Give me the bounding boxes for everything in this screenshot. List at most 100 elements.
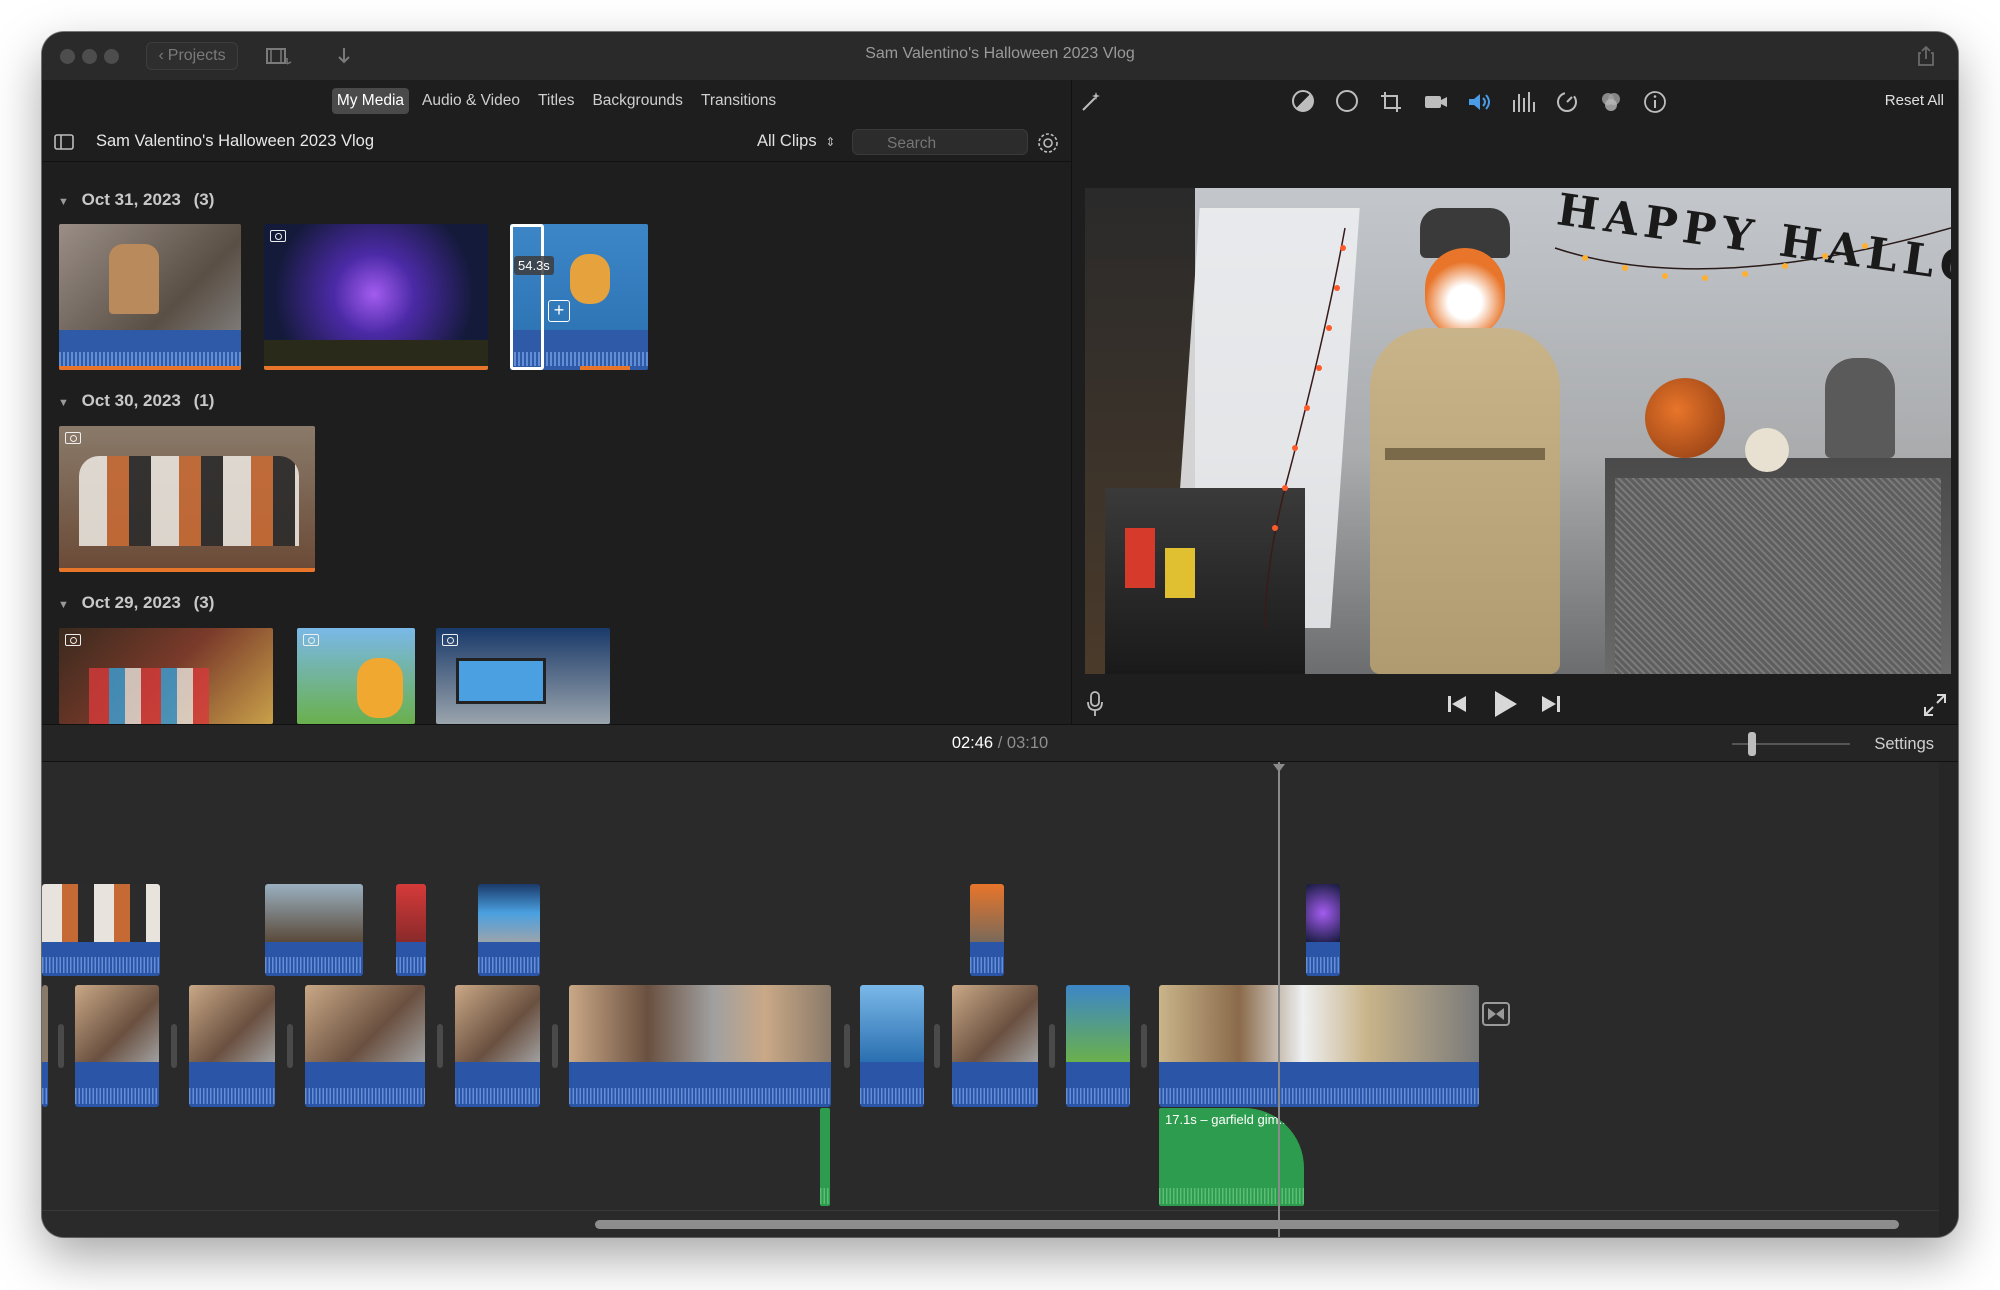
media-photo-thumbnail[interactable] [59,426,315,572]
overlay-clip[interactable] [265,884,363,976]
timeline-clip[interactable] [1159,985,1479,1107]
overlay-clip[interactable] [1306,884,1340,976]
volume-icon[interactable] [1467,90,1493,114]
overlay-clip[interactable] [478,884,540,976]
date-group-header[interactable]: ▼ Oct 31, 2023 (3) [58,190,214,210]
reset-all-button[interactable]: Reset All [1885,92,1944,109]
clip-filter-value: All Clips [757,132,817,150]
skip-back-icon[interactable] [1446,693,1468,715]
color-balance-icon[interactable] [1292,90,1314,112]
transition-marker[interactable] [58,1024,64,1068]
date-group-header[interactable]: ▼ Oct 30, 2023 (1) [58,391,214,411]
library-title: Sam Valentino's Halloween 2023 Vlog [96,132,375,150]
track-divider [42,1210,1939,1211]
video-preview: HAPPY HALLOW [1085,188,1951,674]
media-browser: My Media Audio & Video Titles Background… [42,80,1072,724]
timeline-vertical-scrollbar[interactable] [1939,762,1958,1237]
zoom-slider-knob[interactable] [1748,732,1756,756]
crop-icon[interactable] [1379,90,1403,114]
transition-marker[interactable] [1049,1024,1055,1068]
clip-filter-icon[interactable] [1599,90,1623,114]
media-photo-thumbnail[interactable] [297,628,415,724]
transition-marker[interactable] [437,1024,443,1068]
date-group-header[interactable]: ▼ Oct 29, 2023 (3) [58,593,214,613]
add-clip-icon[interactable]: + [548,300,570,322]
speed-icon[interactable] [1555,90,1579,114]
timeline-horizontal-scrollbar[interactable] [595,1220,1899,1229]
overlay-clip[interactable] [970,884,1004,976]
used-clip-indicator [59,366,241,370]
timeline-clip[interactable] [1066,985,1130,1107]
tab-audio-video[interactable]: Audio & Video [417,88,525,114]
timeline-clip[interactable] [860,985,924,1107]
timeline-clip[interactable] [952,985,1038,1107]
media-clip-thumbnail[interactable]: 54.3s + [510,224,648,370]
media-clip-thumbnail[interactable] [59,224,241,370]
group-date: Oct 29, 2023 [81,593,181,612]
adjustments-bar: Reset All [1073,80,1958,122]
tab-my-media[interactable]: My Media [331,88,410,114]
coat-belt [1385,448,1545,460]
viewer-pane: Reset All HAPPY HALLOW [1073,80,1958,724]
playhead-handle[interactable] [1273,764,1285,772]
timeline-clip[interactable] [305,985,425,1107]
clip-filter-select[interactable]: All Clips ⇕ [757,132,835,151]
disclosure-triangle-icon[interactable]: ▼ [58,196,69,208]
sidebar-toggle-icon[interactable] [54,134,74,150]
overlay-clip[interactable] [42,884,160,976]
media-clip-thumbnail[interactable] [264,224,488,370]
browser-tab-bar: My Media Audio & Video Titles Background… [42,80,1071,122]
clip-subject [109,244,159,314]
stabilization-icon[interactable] [1423,90,1449,114]
tab-transitions[interactable]: Transitions [696,88,781,114]
equalizer-icon[interactable] [1511,90,1535,114]
timeline[interactable]: 17.1s – garfield gim... [42,762,1939,1237]
transition-marker[interactable] [287,1024,293,1068]
background-audio-clip[interactable] [820,1108,830,1206]
chevron-updown-icon: ⇕ [825,135,836,149]
disclosure-triangle-icon[interactable]: ▼ [58,397,69,409]
media-photo-thumbnail[interactable] [436,628,610,724]
microphone-icon[interactable] [1085,690,1105,718]
timeline-settings-button[interactable]: Settings [1874,735,1934,754]
media-photo-thumbnail[interactable] [59,628,273,724]
gear-icon[interactable] [1036,131,1060,155]
info-icon[interactable] [1643,90,1667,114]
title-bar: ‹ Projects Sam Valentino's Halloween 202… [42,32,1958,80]
playhead[interactable] [1278,762,1280,1237]
color-correction-icon[interactable] [1336,90,1358,112]
overlay-clip[interactable] [396,884,426,976]
tab-backgrounds[interactable]: Backgrounds [587,88,687,114]
play-icon[interactable] [1491,689,1519,719]
share-icon[interactable] [1914,42,1938,70]
transition-marker[interactable] [844,1024,850,1068]
total-time: 03:10 [1006,734,1049,752]
transition-marker[interactable] [1141,1024,1147,1068]
timecode: 02:46 / 03:10 [42,734,1958,753]
time-separator: / [997,734,1003,752]
timeline-clip[interactable] [455,985,540,1107]
disclosure-triangle-icon[interactable]: ▼ [58,599,69,611]
skim-duration-label: 54.3s [514,256,554,275]
project-end-icon[interactable] [1482,1002,1510,1026]
tab-titles[interactable]: Titles [533,88,579,114]
background-audio-clip[interactable]: 17.1s – garfield gim... [1159,1108,1304,1206]
skimmer-selection[interactable] [510,224,544,370]
group-date: Oct 30, 2023 [81,391,181,410]
skip-forward-icon[interactable] [1540,693,1562,715]
timeline-clip[interactable] [569,985,831,1107]
fullscreen-icon[interactable] [1923,693,1947,717]
photo-screen [456,658,546,704]
timeline-clip[interactable] [42,985,48,1107]
transition-marker[interactable] [934,1024,940,1068]
transition-marker[interactable] [171,1024,177,1068]
timeline-clip[interactable] [189,985,275,1107]
transition-marker[interactable] [552,1024,558,1068]
current-time: 02:46 [951,734,994,752]
fox-head [1425,248,1505,338]
camera-icon [270,230,286,242]
timeline-clip[interactable] [75,985,159,1107]
camera-icon [65,634,81,646]
search-input[interactable] [852,129,1028,155]
magic-wand-icon[interactable] [1079,90,1103,114]
